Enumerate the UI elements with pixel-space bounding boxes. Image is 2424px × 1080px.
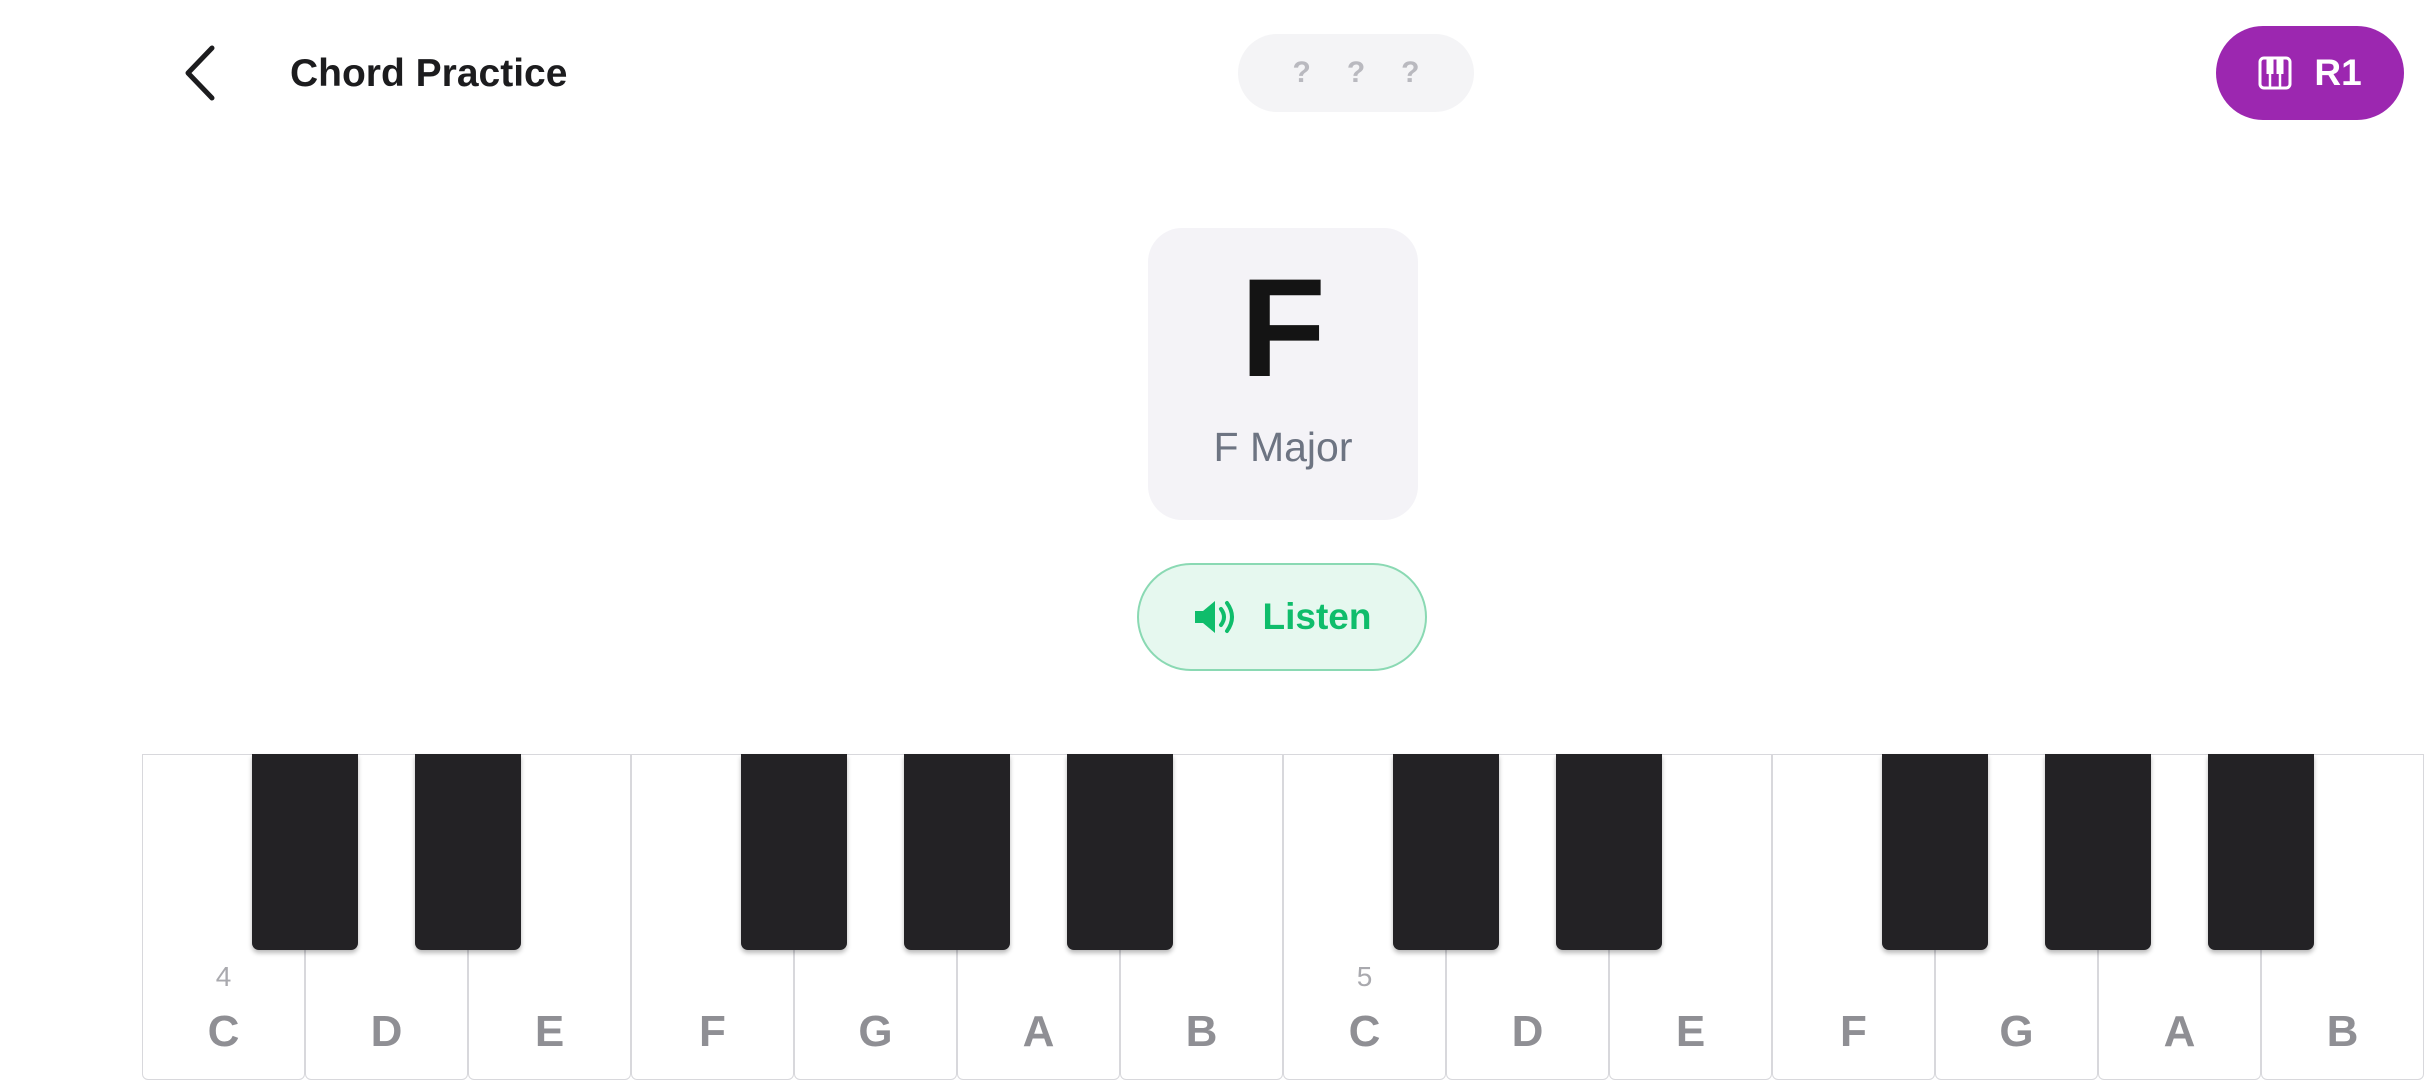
speaker-icon — [1194, 601, 1234, 633]
key-label: A — [2163, 1007, 2196, 1056]
midi-device-button[interactable]: R1 — [2216, 26, 2404, 120]
piano-keyboard: 4 C D E F G A B 5 C D E F G A B — [142, 754, 2424, 1080]
key-label: E — [1675, 1007, 1706, 1056]
key-label: D — [370, 1007, 403, 1056]
chord-name: F Major — [1213, 424, 1353, 470]
chord-card: F F Major — [1148, 228, 1418, 520]
listen-button[interactable]: Listen — [1137, 563, 1427, 671]
progress-slot: ? — [1292, 56, 1311, 89]
key-label: F — [699, 1007, 726, 1056]
key-label: D — [1511, 1007, 1544, 1056]
black-key-a-sharp-4[interactable] — [1067, 754, 1173, 950]
black-key-d-sharp-4[interactable] — [415, 754, 521, 950]
octave-label: 4 — [215, 961, 232, 992]
device-label: R1 — [2314, 52, 2362, 93]
black-key-d-sharp-5[interactable] — [1556, 754, 1662, 950]
black-key-a-sharp-5[interactable] — [2208, 754, 2314, 950]
chord-symbol: F — [1240, 249, 1326, 406]
progress-slot: ? — [1401, 56, 1420, 89]
key-label: G — [858, 1007, 893, 1056]
octave-label: 5 — [1356, 961, 1373, 992]
black-key-g-sharp-4[interactable] — [904, 754, 1010, 950]
black-key-c-sharp-5[interactable] — [1393, 754, 1499, 950]
back-button[interactable] — [160, 28, 240, 118]
key-label: C — [1348, 1007, 1381, 1056]
chevron-left-icon — [185, 45, 215, 101]
page-title: Chord Practice — [290, 52, 568, 95]
key-label: G — [1999, 1007, 2034, 1056]
black-key-f-sharp-4[interactable] — [741, 754, 847, 950]
chord-progress-indicator: ? ? ? — [1238, 34, 1474, 112]
piano-keyboard-icon — [2258, 56, 2292, 90]
black-key-f-sharp-5[interactable] — [1882, 754, 1988, 950]
key-label: B — [1185, 1007, 1218, 1056]
key-label: F — [1840, 1007, 1867, 1056]
key-label: B — [2326, 1007, 2359, 1056]
key-label: A — [1022, 1007, 1055, 1056]
listen-label: Listen — [1262, 596, 1372, 637]
black-key-c-sharp-4[interactable] — [252, 754, 358, 950]
key-label: E — [534, 1007, 565, 1056]
black-key-g-sharp-5[interactable] — [2045, 754, 2151, 950]
progress-slot: ? — [1346, 56, 1366, 89]
key-label: C — [207, 1007, 240, 1056]
